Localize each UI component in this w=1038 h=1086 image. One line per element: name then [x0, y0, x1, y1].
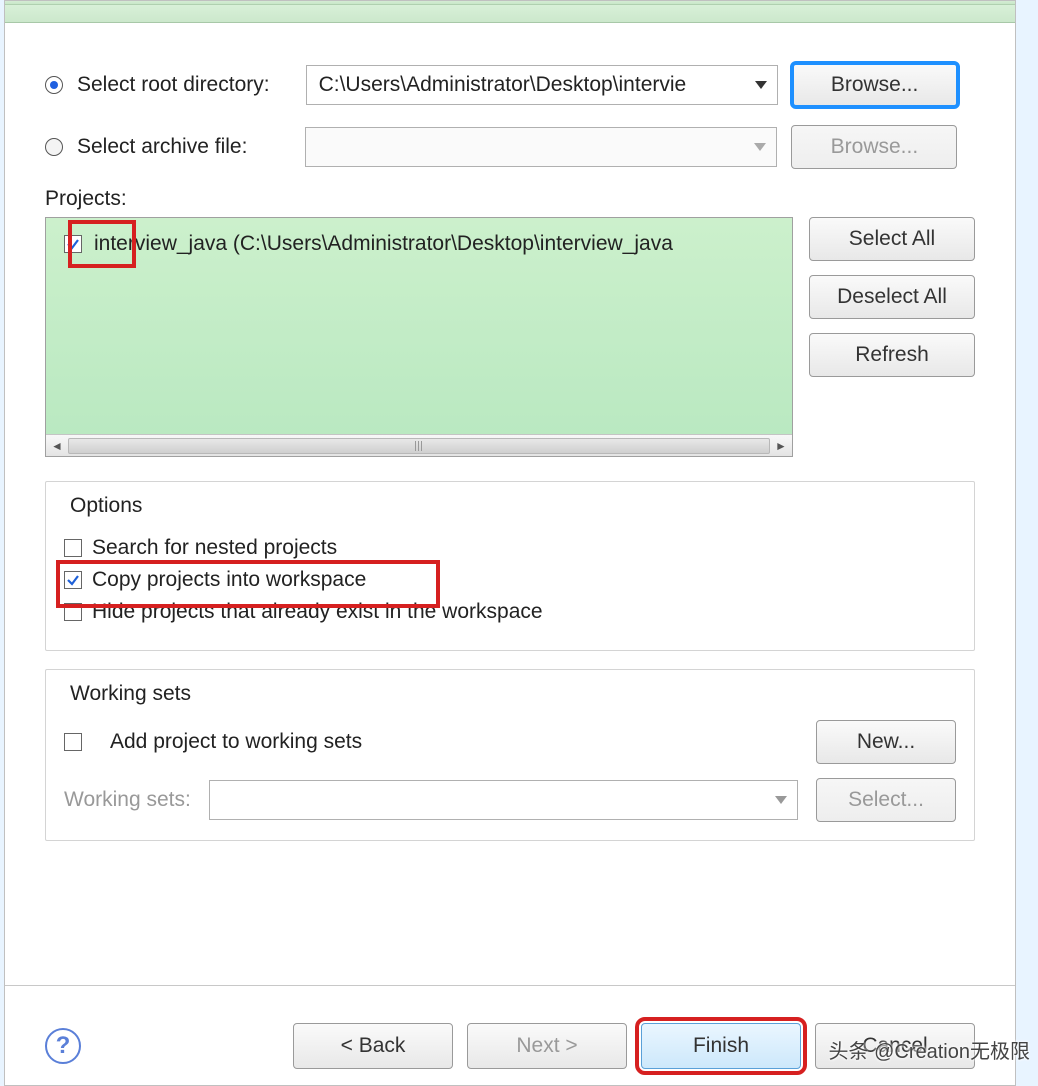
working-sets-group: Working sets Add project to working sets… [45, 669, 975, 841]
watermark-text: 头条 @Creation无极限 [829, 1035, 1030, 1064]
archive-file-row: Select archive file: Browse... [45, 125, 975, 169]
working-sets-add-row: Add project to working sets New... [64, 720, 956, 764]
horizontal-scrollbar[interactable]: ◄ ► [46, 434, 792, 456]
options-group: Options Search for nested projects Copy … [45, 481, 975, 651]
archive-file-combo[interactable] [305, 127, 777, 167]
hide-existing-checkbox[interactable] [64, 603, 82, 621]
scrollbar-thumb[interactable] [68, 438, 770, 454]
add-to-working-sets-label: Add project to working sets [110, 730, 362, 754]
scrollbar-track[interactable] [68, 438, 770, 454]
option-copy-into-workspace[interactable]: Copy projects into workspace [64, 568, 956, 592]
project-item[interactable]: interview_java (C:\Users\Administrator\D… [46, 218, 792, 270]
select-all-button[interactable]: Select All [809, 217, 975, 261]
new-working-set-button[interactable]: New... [816, 720, 956, 764]
browse-root-button[interactable]: Browse... [792, 63, 958, 107]
import-dialog: Select root directory: Browse... Select … [4, 0, 1016, 1086]
next-button: Next > [467, 1023, 627, 1069]
search-nested-label: Search for nested projects [92, 536, 337, 560]
header-banner [5, 5, 1015, 23]
dropdown-arrow-icon [775, 796, 787, 804]
option-search-nested[interactable]: Search for nested projects [64, 536, 956, 560]
project-item-label: interview_java (C:\Users\Administrator\D… [94, 232, 673, 256]
help-icon[interactable]: ? [45, 1028, 81, 1064]
scroll-left-icon[interactable]: ◄ [46, 435, 68, 457]
browse-archive-button: Browse... [791, 125, 957, 169]
deselect-all-button[interactable]: Deselect All [809, 275, 975, 319]
dropdown-arrow-icon[interactable] [755, 81, 767, 89]
footer-separator [5, 985, 1015, 986]
working-sets-combo [209, 780, 798, 820]
scroll-right-icon[interactable]: ► [770, 435, 792, 457]
search-nested-checkbox[interactable] [64, 539, 82, 557]
working-sets-label: Working sets: [64, 788, 191, 812]
back-button[interactable]: < Back [293, 1023, 453, 1069]
dropdown-arrow-icon [754, 143, 766, 151]
root-directory-input[interactable] [317, 72, 747, 98]
working-sets-title: Working sets [64, 682, 197, 706]
projects-area: interview_java (C:\Users\Administrator\D… [45, 217, 975, 457]
projects-label: Projects: [45, 187, 975, 211]
archive-file-input [316, 134, 746, 160]
project-checkbox[interactable] [64, 235, 82, 253]
working-sets-select-row: Working sets: Select... [64, 778, 956, 822]
copy-workspace-checkbox[interactable] [64, 571, 82, 589]
select-working-set-button: Select... [816, 778, 956, 822]
add-to-working-sets-checkbox[interactable] [64, 733, 82, 751]
archive-file-label: Select archive file: [77, 135, 247, 159]
projects-list[interactable]: interview_java (C:\Users\Administrator\D… [45, 217, 793, 457]
root-directory-label: Select root directory: [77, 73, 270, 97]
option-hide-existing[interactable]: Hide projects that already exist in the … [64, 600, 956, 624]
root-directory-combo[interactable] [306, 65, 778, 105]
root-directory-row: Select root directory: Browse... [45, 63, 975, 107]
copy-workspace-label: Copy projects into workspace [92, 568, 366, 592]
root-directory-radio[interactable] [45, 76, 63, 94]
finish-button[interactable]: Finish [641, 1023, 801, 1069]
options-title: Options [64, 494, 148, 518]
hide-existing-label: Hide projects that already exist in the … [92, 600, 543, 624]
archive-file-radio[interactable] [45, 138, 63, 156]
refresh-button[interactable]: Refresh [809, 333, 975, 377]
